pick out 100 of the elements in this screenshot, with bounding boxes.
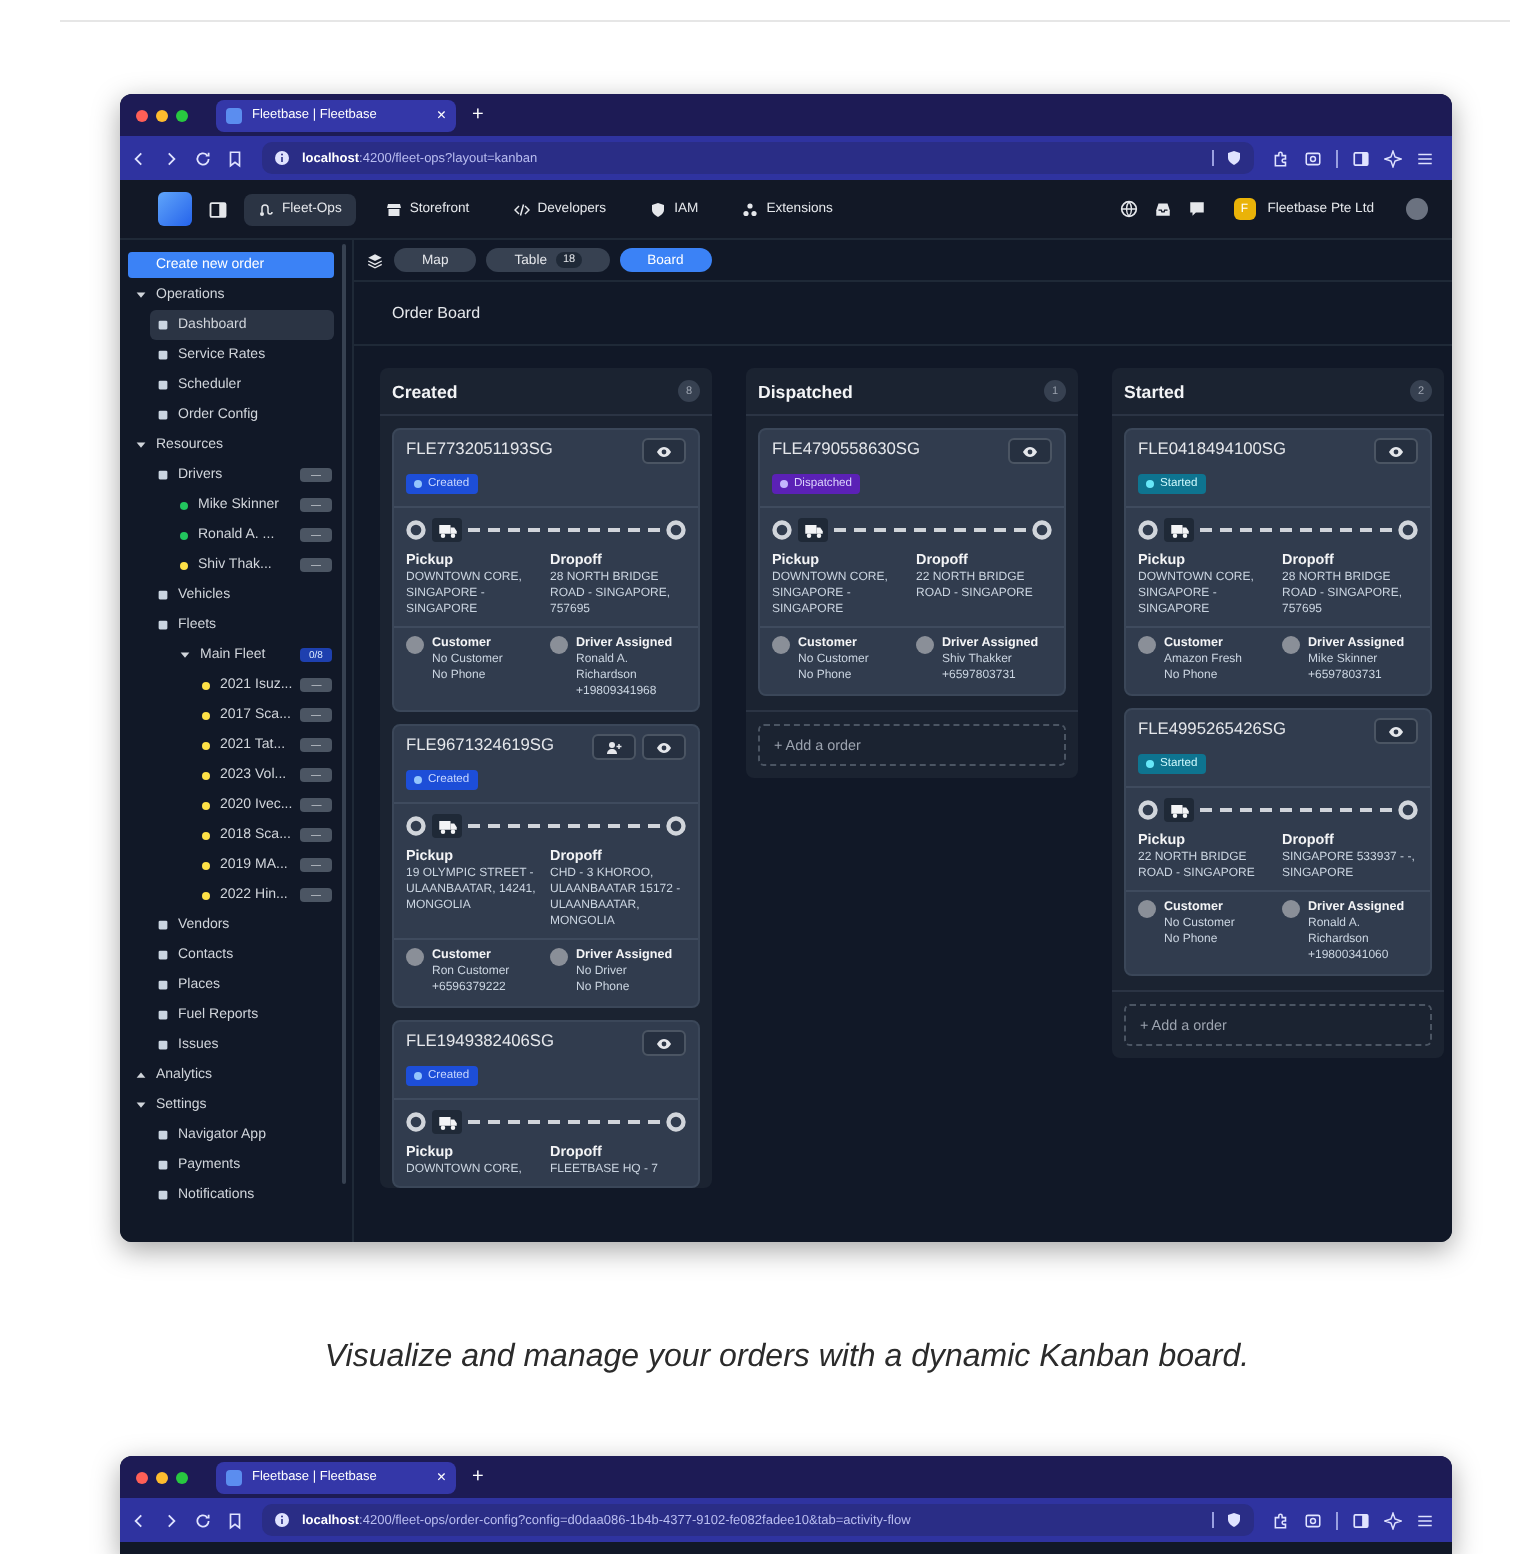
inbox-icon[interactable] <box>1153 200 1172 218</box>
order-id: FLE9671324619SG <box>406 734 555 754</box>
order-id: FLE0418494100SG <box>1138 438 1287 458</box>
info-icon <box>274 150 290 166</box>
pickup-point-icon <box>406 520 426 540</box>
menu-icon[interactable] <box>1416 149 1434 167</box>
caption: Visualize and manage your orders with a dynamic Kanban board. <box>322 1338 1252 1378</box>
user-avatar-icon[interactable] <box>1406 198 1428 220</box>
view-button[interactable] <box>1374 438 1418 464</box>
pickup-point-icon <box>1138 520 1158 540</box>
close-window-icon[interactable] <box>136 1471 148 1483</box>
sidebar-toggle-icon[interactable] <box>208 199 228 219</box>
sparkle-icon[interactable] <box>1384 149 1402 167</box>
square-icon <box>156 378 170 392</box>
new-tab-button[interactable]: + <box>472 1466 484 1488</box>
shield-icon <box>650 201 667 217</box>
order-id: FLE7732051193SG <box>406 438 553 458</box>
square-icon <box>156 618 170 632</box>
view-button[interactable] <box>1008 438 1052 464</box>
dropoff-point-icon <box>1398 520 1418 540</box>
screenshot-icon[interactable] <box>1304 1511 1322 1529</box>
bookmark-icon[interactable] <box>226 1511 244 1529</box>
truck-icon <box>432 1110 462 1134</box>
assign-driver-button[interactable] <box>592 734 636 760</box>
order-card[interactable] <box>392 724 700 1008</box>
maximize-window-icon[interactable] <box>176 1471 188 1483</box>
caret-icon <box>134 1068 148 1082</box>
caret-icon <box>178 648 192 662</box>
eye-icon <box>656 443 672 459</box>
new-tab-button[interactable]: + <box>472 104 484 126</box>
avatar-icon <box>772 636 790 654</box>
scrollbar[interactable] <box>342 244 346 1184</box>
puzzle-icon[interactable] <box>1272 1511 1290 1529</box>
eye-icon <box>1388 723 1404 739</box>
avatar-icon <box>1282 636 1300 654</box>
chat-icon[interactable] <box>1187 200 1206 218</box>
eye-icon <box>1022 443 1038 459</box>
route-icon <box>258 201 274 217</box>
square-icon <box>156 1038 170 1052</box>
caret-icon <box>134 1098 148 1112</box>
globe-icon[interactable] <box>1119 200 1138 218</box>
square-icon <box>156 468 170 482</box>
layers-icon[interactable] <box>366 251 384 269</box>
square-icon <box>156 588 170 602</box>
maximize-window-icon[interactable] <box>176 109 188 121</box>
shapes-icon <box>742 201 759 217</box>
view-button[interactable] <box>642 734 686 760</box>
pickup-point-icon <box>406 1112 426 1132</box>
eye-icon <box>1388 443 1404 459</box>
dropoff-point-icon <box>666 1112 686 1132</box>
avatar-icon <box>406 948 424 966</box>
page-title: Order Board <box>392 304 481 322</box>
avatar-icon <box>406 636 424 654</box>
truck-icon <box>798 518 828 542</box>
tab-close-button[interactable]: × <box>436 106 446 124</box>
screenshot-icon[interactable] <box>1304 149 1322 167</box>
avatar-icon <box>1138 900 1156 918</box>
info-icon <box>274 1512 290 1528</box>
tab-close-button[interactable]: × <box>436 1468 446 1486</box>
pickup-point-icon <box>406 816 426 836</box>
shield-icon[interactable] <box>1226 150 1242 166</box>
view-button[interactable] <box>1374 718 1418 744</box>
square-icon <box>156 1128 170 1142</box>
column-title: Started <box>1124 381 1185 401</box>
favicon-icon <box>226 107 242 123</box>
shield-icon[interactable] <box>1226 1512 1242 1528</box>
column-title: Created <box>392 381 458 401</box>
dropoff-point-icon <box>666 520 686 540</box>
square-icon <box>156 348 170 362</box>
sidebar-icon[interactable] <box>1352 1511 1370 1529</box>
avatar-icon <box>1282 900 1300 918</box>
bookmark-icon[interactable] <box>226 149 244 167</box>
minimize-window-icon[interactable] <box>156 1471 168 1483</box>
truck-icon <box>1164 518 1194 542</box>
pickup-point-icon <box>772 520 792 540</box>
close-window-icon[interactable] <box>136 109 148 121</box>
truck-icon <box>432 814 462 838</box>
puzzle-icon[interactable] <box>1272 149 1290 167</box>
avatar-icon <box>916 636 934 654</box>
order-id: FLE4995265426SG <box>1138 718 1287 738</box>
dropoff-point-icon <box>1398 800 1418 820</box>
caret-icon <box>134 438 148 452</box>
menu-icon[interactable] <box>1416 1511 1434 1529</box>
reload-icon[interactable] <box>194 149 212 167</box>
view-button[interactable] <box>642 1030 686 1056</box>
avatar-icon <box>1138 636 1156 654</box>
square-icon <box>156 918 170 932</box>
caret-icon <box>134 288 148 302</box>
sidebar-icon[interactable] <box>1352 149 1370 167</box>
truck-icon <box>432 518 462 542</box>
view-button[interactable] <box>642 438 686 464</box>
square-icon <box>156 408 170 422</box>
reload-icon[interactable] <box>194 1511 212 1529</box>
favicon-icon <box>226 1469 242 1485</box>
square-icon <box>156 1008 170 1022</box>
logo-icon[interactable] <box>158 192 192 226</box>
pickup-point-icon <box>1138 800 1158 820</box>
store-icon <box>385 201 402 217</box>
sparkle-icon[interactable] <box>1384 1511 1402 1529</box>
minimize-window-icon[interactable] <box>156 109 168 121</box>
